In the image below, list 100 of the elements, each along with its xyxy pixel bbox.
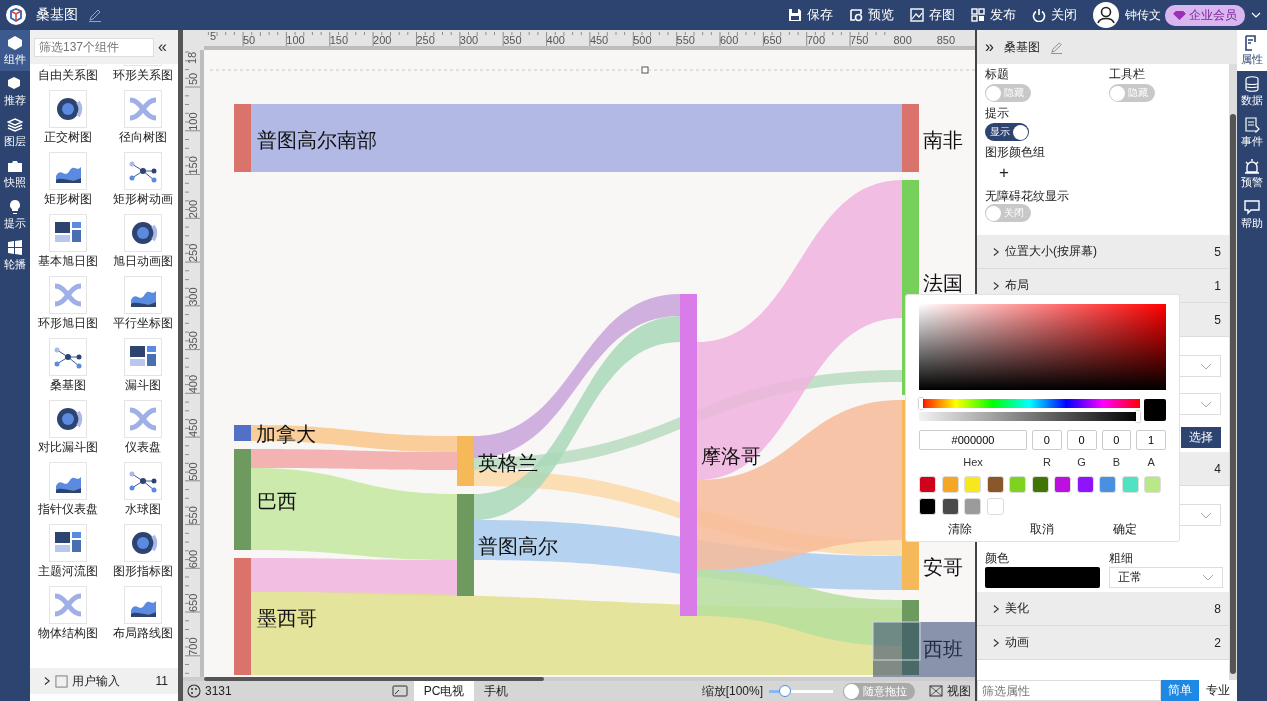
view-button[interactable]: 视图: [929, 682, 971, 700]
preset-color-swatch[interactable]: [1099, 476, 1116, 493]
preset-color-swatch[interactable]: [919, 476, 936, 493]
chart-thumbnail-icon[interactable]: [49, 214, 87, 252]
toolbar-button[interactable]: 发布: [971, 6, 1016, 24]
preset-color-swatch[interactable]: [964, 476, 981, 493]
hex-field[interactable]: #000000: [919, 430, 1028, 450]
sidebar-tab[interactable]: 事件: [1237, 112, 1267, 153]
sidebar-tab[interactable]: 图层: [0, 112, 30, 153]
category-row[interactable]: 用户输入 11: [30, 668, 178, 694]
preset-color-swatch[interactable]: [986, 498, 1004, 515]
preset-color-swatch[interactable]: [1009, 476, 1026, 493]
dropdown[interactable]: 正常: [1109, 567, 1223, 588]
preset-color-swatch[interactable]: [1144, 476, 1161, 493]
toolbar-button[interactable]: 关闭: [1032, 6, 1077, 24]
channel-field[interactable]: 0: [1101, 430, 1132, 450]
alpha-slider[interactable]: [919, 412, 1140, 421]
chart-thumbnail-icon[interactable]: [124, 276, 162, 314]
sidebar-tab[interactable]: 组件: [0, 30, 30, 71]
ruler-label: 250: [416, 34, 435, 46]
caret-icon[interactable]: [1251, 12, 1261, 18]
chart-thumbnail-icon[interactable]: [49, 338, 87, 376]
device-tab[interactable]: PC电视: [413, 681, 475, 701]
toolbar-button[interactable]: 预览: [849, 6, 894, 24]
section-header[interactable]: 位置大小(按屏幕) 5: [977, 235, 1229, 269]
picker-button[interactable]: 确定: [1112, 521, 1137, 538]
sidebar-tab[interactable]: 推荐: [0, 71, 30, 112]
saturation-area[interactable]: [919, 304, 1166, 390]
expand-button[interactable]: »: [985, 38, 994, 56]
sidebar-tab[interactable]: 快照: [0, 153, 30, 194]
chart-thumbnail-icon[interactable]: [49, 462, 87, 500]
mode-tab[interactable]: 简单: [1161, 680, 1199, 701]
monitor-icon: [391, 685, 408, 697]
avatar-icon[interactable]: [1093, 2, 1119, 28]
select-button[interactable]: 选择: [1181, 427, 1221, 448]
image-icon: [910, 8, 924, 22]
field-label: 图形颜色组: [985, 144, 1045, 160]
sidebar-tab[interactable]: 数据: [1237, 71, 1267, 112]
member-badge[interactable]: 企业会员: [1165, 4, 1245, 26]
component-search-field[interactable]: 筛选137个组件: [34, 37, 154, 57]
preset-color-swatch[interactable]: [964, 498, 981, 515]
component-label: 桑基图: [50, 377, 86, 394]
chart-thumbnail-icon[interactable]: [124, 90, 162, 128]
scrollbar[interactable]: [178, 30, 183, 701]
pencil-icon[interactable]: [1049, 40, 1063, 54]
palette-icon[interactable]: [187, 684, 201, 698]
preset-color-swatch[interactable]: [986, 476, 1004, 493]
chart-thumbnail-icon[interactable]: [49, 400, 87, 438]
chart-thumbnail-icon[interactable]: [124, 400, 162, 438]
chart-thumbnail-icon[interactable]: [49, 152, 87, 190]
section-header[interactable]: 美化 8: [977, 592, 1229, 626]
pencil-icon[interactable]: [88, 8, 102, 22]
chevron-icon: [993, 637, 1000, 648]
preset-color-swatch[interactable]: [1031, 476, 1049, 493]
color-swatch[interactable]: [985, 567, 1100, 588]
component-label: 径向树图: [119, 129, 167, 146]
field-label: B: [1112, 456, 1121, 468]
chart-thumbnail-icon[interactable]: [124, 214, 162, 252]
ruler-label: 100: [286, 34, 305, 46]
device-tab[interactable]: 手机: [474, 681, 519, 701]
channel-field[interactable]: 0: [1032, 430, 1062, 450]
toggle-switch[interactable]: 显示: [985, 123, 1029, 141]
minimap[interactable]: [872, 621, 975, 677]
collapse-button[interactable]: «: [158, 38, 167, 56]
chart-thumbnail-icon[interactable]: [49, 586, 87, 624]
picker-button[interactable]: 取消: [1030, 521, 1055, 538]
preset-color-swatch[interactable]: [941, 476, 959, 493]
scrollbar-thumb[interactable]: [1230, 114, 1236, 674]
toolbar-button[interactable]: 保存: [788, 6, 833, 24]
add-button[interactable]: +: [999, 162, 1009, 184]
sidebar-tab[interactable]: 提示: [0, 194, 30, 235]
chart-thumbnail-icon[interactable]: [49, 276, 87, 314]
chart-thumbnail-icon[interactable]: [124, 586, 162, 624]
hue-slider[interactable]: [919, 399, 1140, 408]
preset-color-swatch[interactable]: [919, 498, 936, 515]
preset-color-swatch[interactable]: [941, 498, 959, 515]
sidebar-tab[interactable]: 预警: [1237, 153, 1267, 194]
channel-field[interactable]: 1: [1136, 430, 1166, 450]
preset-color-swatch[interactable]: [1076, 476, 1094, 493]
scrollbar-thumb[interactable]: [204, 677, 544, 681]
sidebar-tab[interactable]: 轮播: [0, 235, 30, 276]
toolbar-button[interactable]: 存图: [910, 6, 955, 24]
chart-thumbnail-icon[interactable]: [124, 462, 162, 500]
preset-color-swatch[interactable]: [1054, 476, 1071, 493]
property-filter-field[interactable]: 筛选属性: [977, 680, 1161, 701]
channel-field[interactable]: 0: [1066, 430, 1097, 450]
sidebar-tab[interactable]: 属性: [1237, 30, 1267, 71]
ruler-label: 150: [187, 156, 199, 175]
chart-thumbnail-icon[interactable]: [124, 524, 162, 562]
preset-color-swatch[interactable]: [1121, 476, 1139, 493]
sidebar-tab[interactable]: 帮助: [1237, 194, 1267, 235]
chart-thumbnail-icon[interactable]: [49, 524, 87, 562]
chart-thumbnail-icon[interactable]: [124, 152, 162, 190]
section-header[interactable]: 动画 2: [977, 626, 1229, 660]
chart-thumbnail-icon[interactable]: [49, 90, 87, 128]
chart-thumbnail-icon[interactable]: [124, 338, 162, 376]
picker-button[interactable]: 清除: [948, 521, 973, 538]
resize-handle[interactable]: [641, 66, 649, 74]
power-icon: [1032, 8, 1046, 22]
component-label: 自由关系图: [38, 67, 98, 84]
